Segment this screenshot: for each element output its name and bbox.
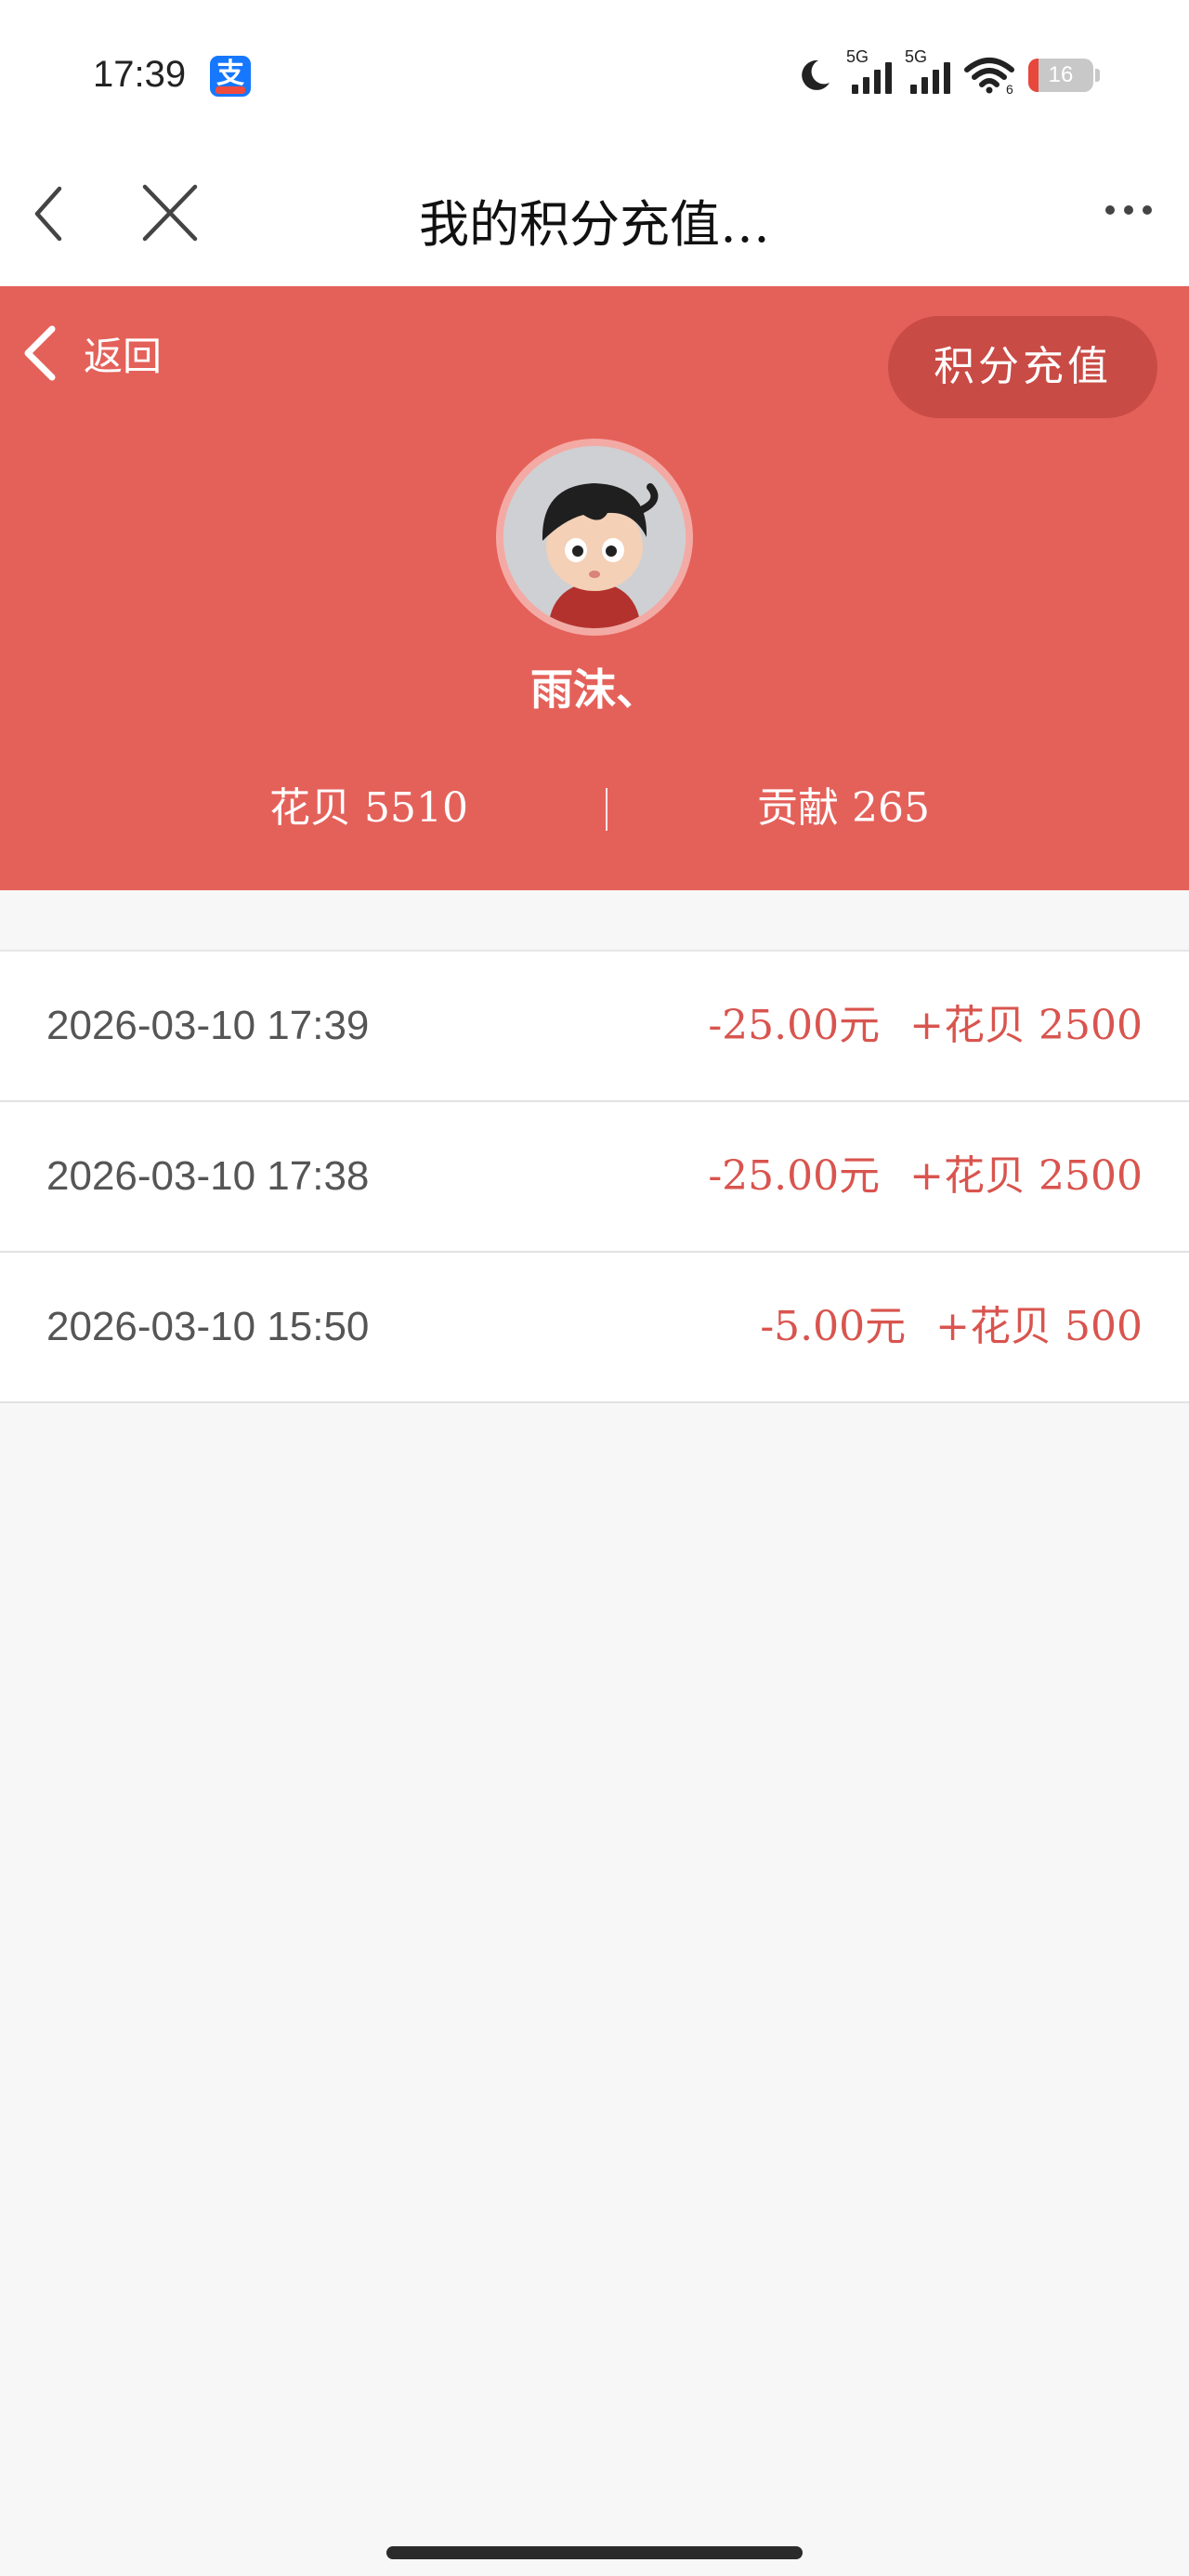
back-label: 返回 — [84, 333, 163, 379]
page-title: 我的积分充值… — [419, 195, 770, 254]
wifi-label: 6 — [1006, 82, 1013, 94]
record-date: 2026-03-10 17:39 — [46, 1003, 370, 1048]
recharge-records-list: 2026-03-10 17:39 -25.00元 +花贝 2500 2026-0… — [0, 950, 1189, 1403]
back-button[interactable]: 返回 — [20, 323, 162, 383]
alipay-app-icon: 支 — [210, 56, 251, 97]
nav-bar: 我的积分充值… — [0, 153, 1189, 286]
cellular-signal-1-icon: 5G — [846, 47, 892, 94]
cellular-signal-2-icon: 5G — [905, 47, 950, 94]
record-points: +花贝 2500 — [909, 1002, 1143, 1049]
status-time: 17:39 — [93, 54, 187, 95]
profile-header: 返回 积分充值 雨沫、 花贝 5510 贡献 265 — [0, 286, 1189, 890]
record-date: 2026-03-10 17:38 — [46, 1153, 370, 1199]
huabei-balance: 花贝 5510 — [269, 784, 468, 832]
status-icons: 5G 5G 6 16 — [796, 47, 1100, 99]
do-not-disturb-moon-icon — [802, 59, 830, 90]
wifi-icon: 6 — [964, 58, 1014, 94]
avatar-cartoon-boy-icon — [503, 446, 686, 628]
stats-divider — [606, 788, 608, 831]
record-amount: -25.00元 — [708, 1002, 881, 1049]
contribution-balance: 贡献 265 — [757, 784, 930, 832]
status-bar: 17:39 支 5G 5G 6 16 — [0, 0, 1189, 153]
record-values: -25.00元 +花贝 2500 — [708, 952, 1143, 1100]
home-indicator[interactable] — [386, 2546, 803, 2559]
chevron-left-icon — [24, 325, 56, 381]
record-points: +花贝 2500 — [909, 1152, 1143, 1200]
battery-icon: 16 — [1028, 59, 1093, 92]
record-amount: -5.00元 — [760, 1303, 907, 1350]
username: 雨沫、 — [530, 664, 659, 715]
record-date: 2026-03-10 15:50 — [46, 1304, 370, 1349]
list-item[interactable]: 2026-03-10 17:39 -25.00元 +花贝 2500 — [0, 952, 1189, 1102]
list-item[interactable]: 2026-03-10 15:50 -5.00元 +花贝 500 — [0, 1253, 1189, 1403]
record-points: +花贝 500 — [935, 1303, 1143, 1350]
points-stats: 花贝 5510 贡献 265 — [0, 771, 1189, 846]
record-amount: -25.00元 — [708, 1152, 881, 1200]
avatar[interactable] — [496, 439, 693, 636]
record-values: -25.00元 +花贝 2500 — [708, 1102, 1143, 1251]
record-values: -5.00元 +花贝 500 — [760, 1253, 1143, 1401]
more-options-icon[interactable] — [1105, 205, 1152, 215]
battery-tip — [1095, 69, 1100, 82]
list-item[interactable]: 2026-03-10 17:38 -25.00元 +花贝 2500 — [0, 1102, 1189, 1253]
points-recharge-button[interactable]: 积分充值 — [888, 316, 1157, 418]
